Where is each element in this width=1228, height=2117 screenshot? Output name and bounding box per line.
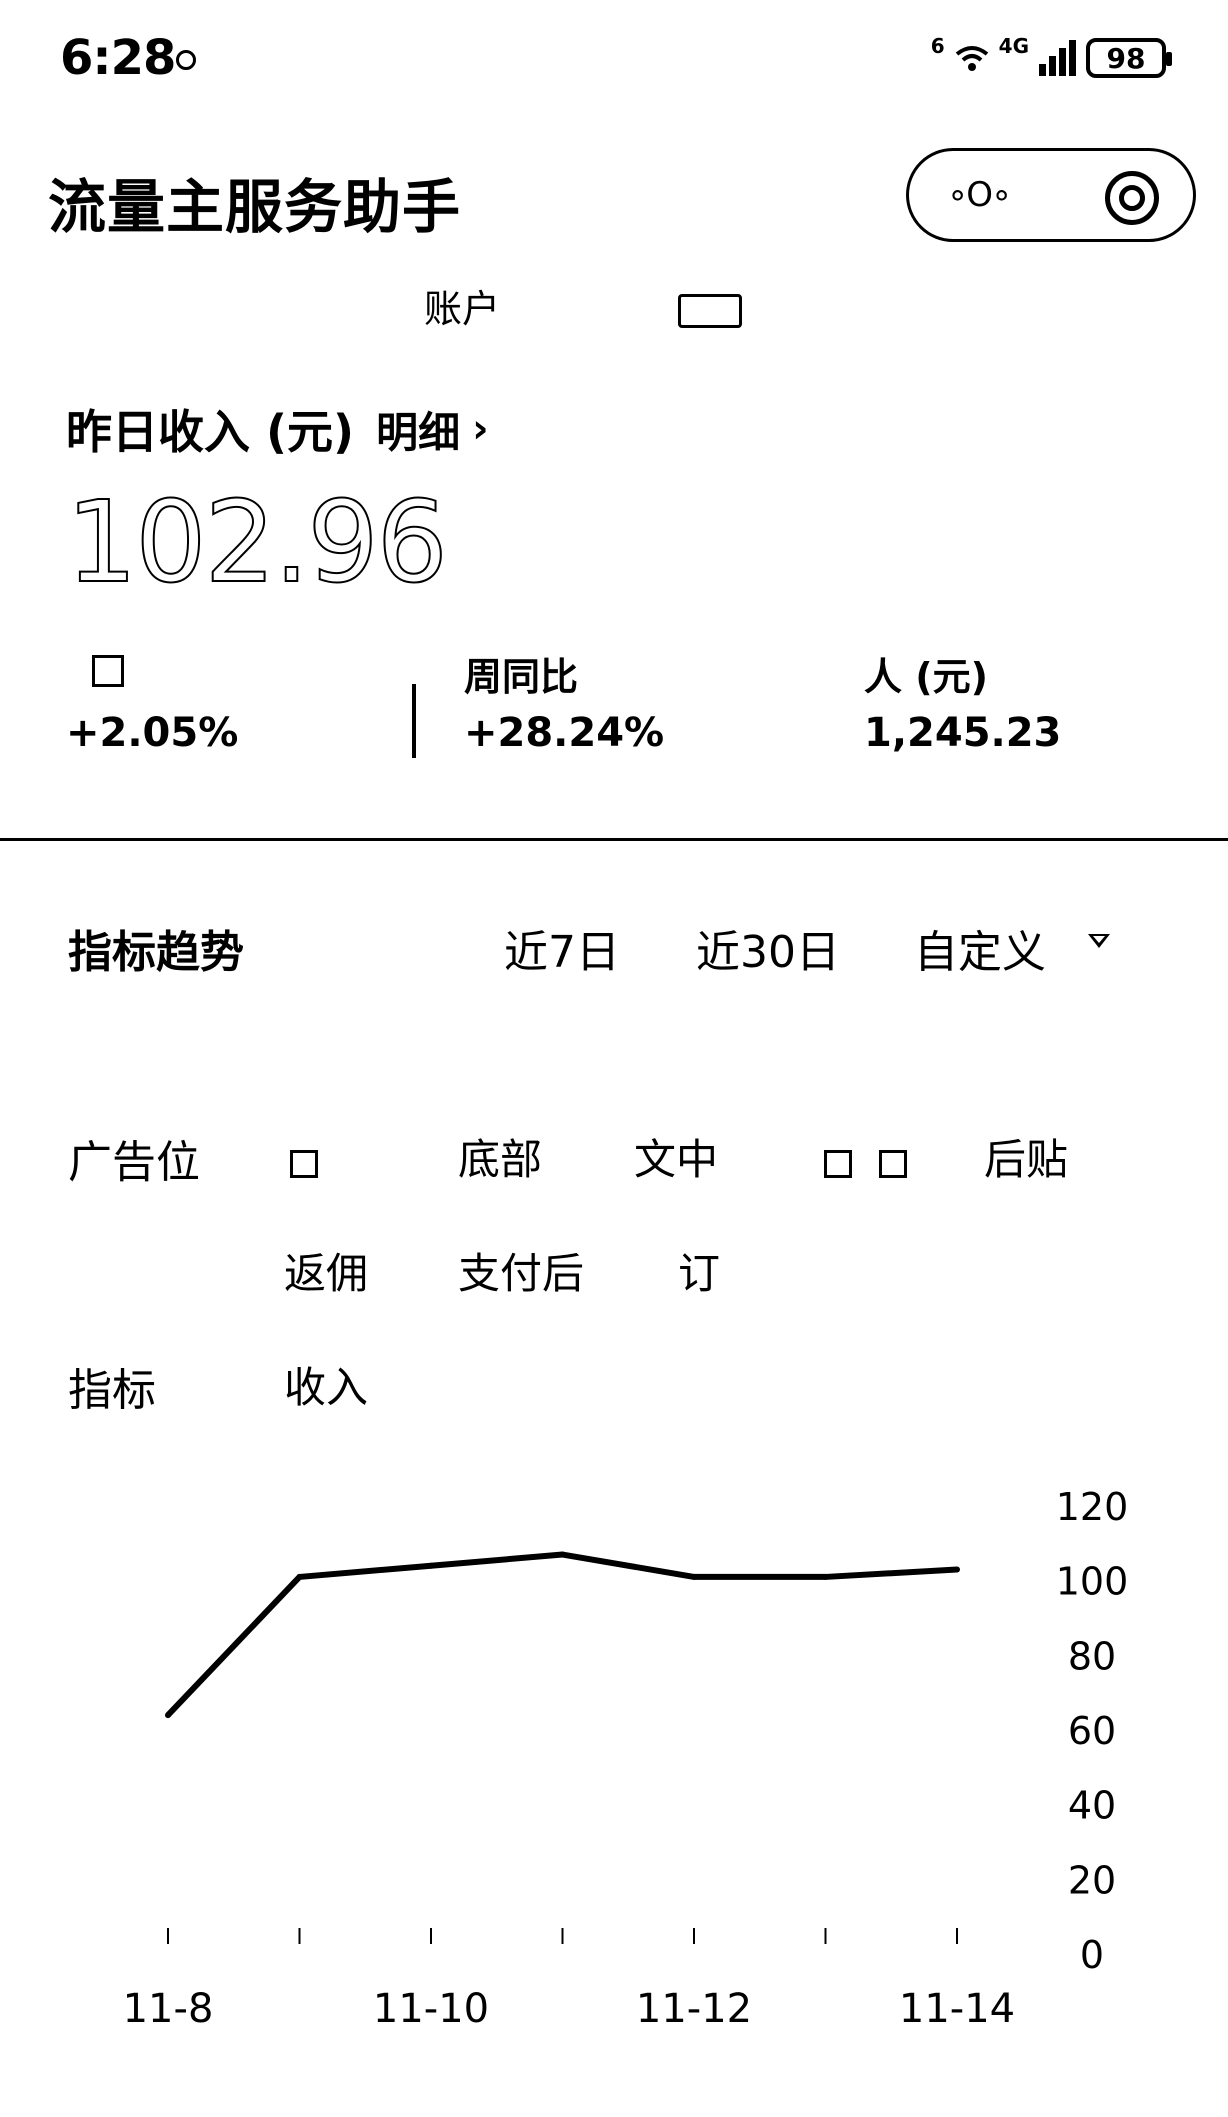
y-tick-label: 20 <box>1068 1858 1116 1902</box>
metric-label: 指标 <box>68 1365 156 1416</box>
range-30-days[interactable]: 近30日 <box>696 916 840 980</box>
app-title: 流量主服务助手 <box>48 173 462 241</box>
stat-value: +2.05% <box>66 710 239 756</box>
data-point[interactable] <box>296 1573 303 1580</box>
series-line <box>165 1551 958 1718</box>
account-switch-icon[interactable] <box>678 294 742 328</box>
stat-cumulative-income: 人 (元) 1,245.23 <box>864 646 1061 756</box>
data-point[interactable] <box>822 1573 829 1580</box>
stat-value: 1,245.23 <box>864 710 1062 756</box>
x-tick-label: 11-14 <box>899 1986 1015 2032</box>
wifi-signal-icon <box>955 46 988 71</box>
detail-label: 明细 <box>376 407 461 457</box>
y-tick-label: 120 <box>1056 1485 1129 1529</box>
trend-title: 指标趋势 <box>68 927 244 978</box>
battery-icon: 98 <box>1086 38 1172 78</box>
yesterday-income-value: 102.96 <box>65 477 449 609</box>
wifi-icon: 6 <box>930 34 945 58</box>
stat-label: 周同比 <box>464 655 579 699</box>
network-type-label: 4G <box>998 34 1029 58</box>
ad-slot-option[interactable]: 文中 <box>634 1126 718 1187</box>
stat-label: 人 (元) <box>864 655 988 699</box>
ad-slot-label: 广告位 <box>68 1137 200 1188</box>
status-time: 6:28 <box>60 30 176 86</box>
stat-label-icon <box>92 654 124 687</box>
notification-icon <box>176 50 196 70</box>
y-tick-label: 40 <box>1068 1784 1116 1828</box>
range-7-days[interactable]: 近7日 <box>504 916 620 980</box>
ad-slot-option[interactable] <box>824 1136 908 1185</box>
income-detail-link[interactable]: 明细 › <box>376 399 489 460</box>
x-tick-label: 11-10 <box>373 1986 489 2032</box>
app-screen: 6:28 6 4G 98 流量主服务助手 ∘O∘ 账户 昨日收入 (元) 明细 … <box>0 0 1228 2117</box>
y-tick-label: 0 <box>1080 1933 1104 1977</box>
stat-week-over-week: 周同比 +28.24% <box>464 646 664 756</box>
ad-slot-option[interactable]: 后贴 <box>984 1126 1068 1187</box>
ad-slot-option[interactable]: 底部 <box>458 1126 542 1187</box>
stat-value: +28.24% <box>464 710 665 756</box>
data-point[interactable] <box>428 1562 434 1569</box>
yesterday-income-label: 昨日收入 (元) <box>66 405 355 459</box>
status-icons: 6 4G 98 <box>931 34 1172 78</box>
section-divider <box>0 838 1228 841</box>
data-point[interactable] <box>165 1712 171 1719</box>
dropdown-arrow-icon[interactable] <box>1088 934 1110 948</box>
stat-day-over-day: +2.05% <box>66 646 238 756</box>
cell-signal-icon <box>1039 40 1076 76</box>
range-custom[interactable]: 自定义 <box>914 916 1046 980</box>
ad-slot-option[interactable]: 返佣 <box>284 1240 368 1301</box>
x-tick-label: 11-8 <box>123 1986 214 2032</box>
data-point[interactable] <box>691 1573 697 1580</box>
metric-option[interactable]: 收入 <box>284 1354 368 1415</box>
stat-label <box>66 646 238 692</box>
status-bar: 6:28 6 4G 98 <box>0 0 1228 120</box>
stat-divider <box>412 684 416 758</box>
chevron-right-icon: › <box>472 406 489 452</box>
income-trend-chart: 120 100 80 60 40 20 0 11-8 11-10 11-12 11-14 <box>123 1485 1129 2032</box>
y-tick-label: 60 <box>1068 1709 1116 1753</box>
ad-slot-option[interactable] <box>290 1136 318 1185</box>
account-label[interactable]: 账户 <box>424 278 500 333</box>
ad-slot-option[interactable]: 支付后 <box>458 1240 584 1301</box>
y-tick-label: 80 <box>1068 1634 1116 1678</box>
income-header: 昨日收入 (元) 明细 › <box>66 396 489 462</box>
battery-level: 98 <box>1106 41 1146 75</box>
data-point[interactable] <box>954 1566 960 1573</box>
x-tick-label: 11-12 <box>636 1986 752 2032</box>
close-mini-program-icon[interactable] <box>1105 171 1159 225</box>
more-icon[interactable]: ∘O∘ <box>947 175 1012 215</box>
data-point[interactable] <box>559 1551 566 1558</box>
y-tick-label: 100 <box>1056 1560 1129 1604</box>
mini-program-capsule: ∘O∘ <box>906 148 1196 242</box>
ad-slot-option[interactable]: 订 <box>678 1240 720 1301</box>
